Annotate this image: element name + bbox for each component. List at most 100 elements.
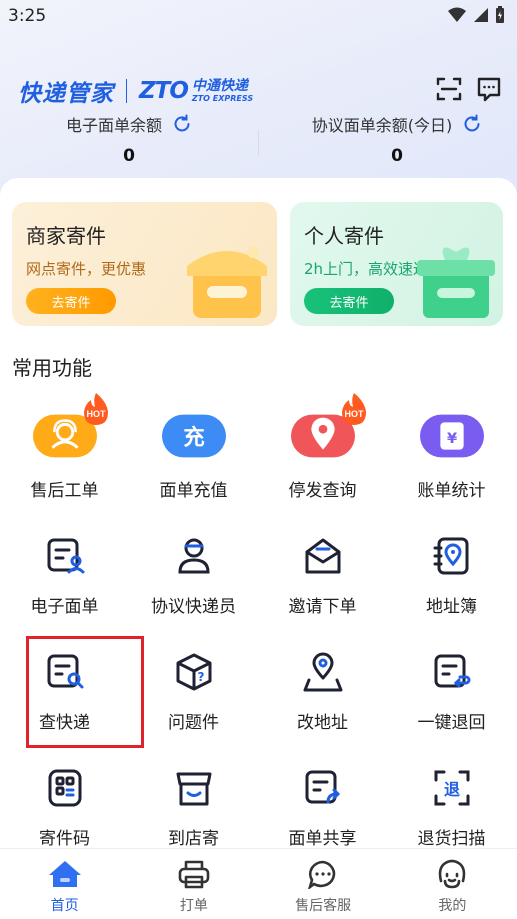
grid-item-label: 邀请下单 — [288, 597, 357, 617]
signal-icon — [474, 8, 488, 22]
recharge-icon: 充 — [161, 410, 226, 462]
courier-icon — [162, 530, 226, 582]
grid-item-invite-order[interactable]: 邀请下单 — [258, 530, 387, 640]
brand-name: 快递管家 — [18, 81, 114, 107]
address-book-icon — [420, 530, 484, 582]
hot-badge: HOT — [341, 393, 366, 425]
wifi-icon — [448, 7, 466, 22]
brand-logo: 快递管家 ZTO 中通快递 ZTO EXPRESS — [18, 74, 253, 108]
personal-send-button[interactable]: 去寄件 — [304, 288, 394, 314]
grid-item-label: 电子面单 — [30, 597, 99, 617]
change-address-icon — [291, 646, 355, 698]
bill-glyph: ¥ — [446, 431, 456, 447]
return-glyph: 退 — [443, 780, 459, 799]
nav-item-service[interactable]: 售后客服 — [259, 849, 388, 919]
send-code-icon — [33, 762, 97, 814]
electronic-balance: 电子面单余额 0 — [0, 112, 258, 166]
grid-item-label: 一键退回 — [417, 713, 486, 733]
nav-label: 售后客服 — [295, 898, 352, 914]
message-icon — [477, 77, 501, 102]
refresh-icon[interactable] — [172, 114, 192, 134]
refresh-icon[interactable] — [462, 114, 482, 134]
messages-button[interactable] — [474, 74, 504, 104]
hot-badge-text: HOT — [344, 409, 364, 419]
grid-item-label: 账单统计 — [417, 481, 486, 501]
printer-icon — [178, 860, 210, 889]
location-pin-icon: HOT — [290, 393, 366, 462]
brand-divider — [126, 79, 127, 103]
brand-zto: ZTO — [139, 78, 189, 104]
store-icon — [162, 762, 226, 814]
invite-mail-icon — [291, 530, 355, 582]
grid-item-address-book[interactable]: 地址簿 — [387, 530, 516, 640]
grid-item-label: 地址簿 — [426, 597, 477, 617]
agreement-balance: 协议面单余额(今日) 0 — [268, 112, 517, 166]
scan-icon — [436, 77, 462, 101]
grid-item-label: 问题件 — [168, 713, 219, 733]
hot-badge: HOT — [83, 393, 108, 425]
grid-item-label: 停发查询 — [288, 481, 357, 501]
personal-send-title: 个人寄件 — [304, 224, 384, 248]
headset-icon: HOT — [32, 393, 108, 462]
grid-item-label: 面单共享 — [288, 829, 357, 849]
app-header: 快递管家 ZTO 中通快递 ZTO EXPRESS — [0, 72, 517, 108]
bill-icon: ¥ — [419, 410, 484, 462]
merchant-send-title: 商家寄件 — [26, 224, 106, 248]
problem-parcel-icon: ? — [162, 646, 226, 698]
grid-item-stop-query[interactable]: HOT 停发查询 — [258, 393, 387, 520]
balance-panel: 电子面单余额 0 协议面单余额(今日) 0 — [0, 112, 517, 176]
nav-label: 我的 — [438, 898, 467, 914]
nav-item-home[interactable]: 首页 — [0, 849, 129, 919]
nav-item-mine[interactable]: 我的 — [388, 849, 517, 919]
return-scan-icon: 退 — [420, 762, 484, 814]
merchant-send-card[interactable]: 商家寄件 网点寄件，更优惠 去寄件 — [12, 202, 277, 326]
grid-item-one-click-return[interactable]: 一键退回 — [387, 646, 516, 756]
share-waybill-icon — [291, 762, 355, 814]
scan-button[interactable] — [434, 74, 464, 104]
recharge-glyph: 充 — [183, 425, 204, 451]
store-illustration-icon — [187, 246, 267, 318]
gift-box-illustration-icon — [417, 247, 495, 318]
bottom-nav: 首页 打单 售后客服 我的 — [0, 848, 517, 919]
merchant-send-button[interactable]: 去寄件 — [26, 288, 116, 314]
personal-send-card[interactable]: 个人寄件 2h上门，高效速达 去寄件 — [290, 202, 503, 326]
profile-icon — [439, 859, 466, 889]
merchant-send-subtitle: 网点寄件，更优惠 — [26, 260, 147, 278]
agreement-balance-label: 协议面单余额(今日) — [311, 116, 453, 135]
balance-divider — [258, 130, 259, 156]
grid-item-label: 退货扫描 — [417, 829, 486, 849]
status-time: 3:25 — [8, 6, 47, 26]
battery-icon — [496, 6, 504, 23]
grid-item-e-waybill[interactable]: 电子面单 — [0, 530, 129, 640]
electronic-balance-value: 0 — [123, 146, 135, 166]
home-icon — [48, 861, 81, 887]
status-bar: 3:25 — [0, 0, 517, 34]
brand-cn-name: 中通快递 — [191, 78, 248, 94]
grid-item-recharge[interactable]: 充 面单充值 — [129, 410, 258, 520]
grid-item-label: 到店寄 — [168, 829, 219, 849]
grid-item-change-address[interactable]: 改地址 — [258, 646, 387, 756]
grid-item-label: 面单充值 — [159, 481, 228, 501]
agreement-balance-value: 0 — [391, 146, 403, 166]
brand-en-name: ZTO EXPRESS — [191, 94, 254, 103]
return-icon — [420, 646, 484, 698]
svg-text:?: ? — [197, 670, 204, 684]
grid-item-problem-parcel[interactable]: ? 问题件 — [129, 646, 258, 756]
status-icons — [447, 6, 505, 24]
grid-item-agreement-courier[interactable]: 协议快递员 — [129, 530, 258, 640]
chat-service-icon — [308, 860, 336, 889]
personal-send-subtitle: 2h上门，高效速达 — [304, 260, 429, 278]
highlight-box — [26, 636, 144, 748]
nav-label: 首页 — [50, 898, 79, 914]
grid-item-bill-stats[interactable]: ¥ 账单统计 — [387, 410, 516, 520]
hot-badge-text: HOT — [86, 409, 106, 419]
brand-cn: 中通快递 ZTO EXPRESS — [192, 79, 253, 103]
electronic-balance-label: 电子面单余额 — [65, 116, 162, 135]
e-waybill-icon — [33, 530, 97, 582]
grid-item-after-sales[interactable]: HOT 售后工单 — [0, 393, 129, 520]
section-title: 常用功能 — [12, 356, 92, 380]
grid-item-label: 售后工单 — [30, 481, 99, 501]
grid-item-label: 改地址 — [297, 713, 348, 733]
grid-item-label: 协议快递员 — [151, 597, 236, 617]
nav-item-print[interactable]: 打单 — [129, 849, 258, 919]
